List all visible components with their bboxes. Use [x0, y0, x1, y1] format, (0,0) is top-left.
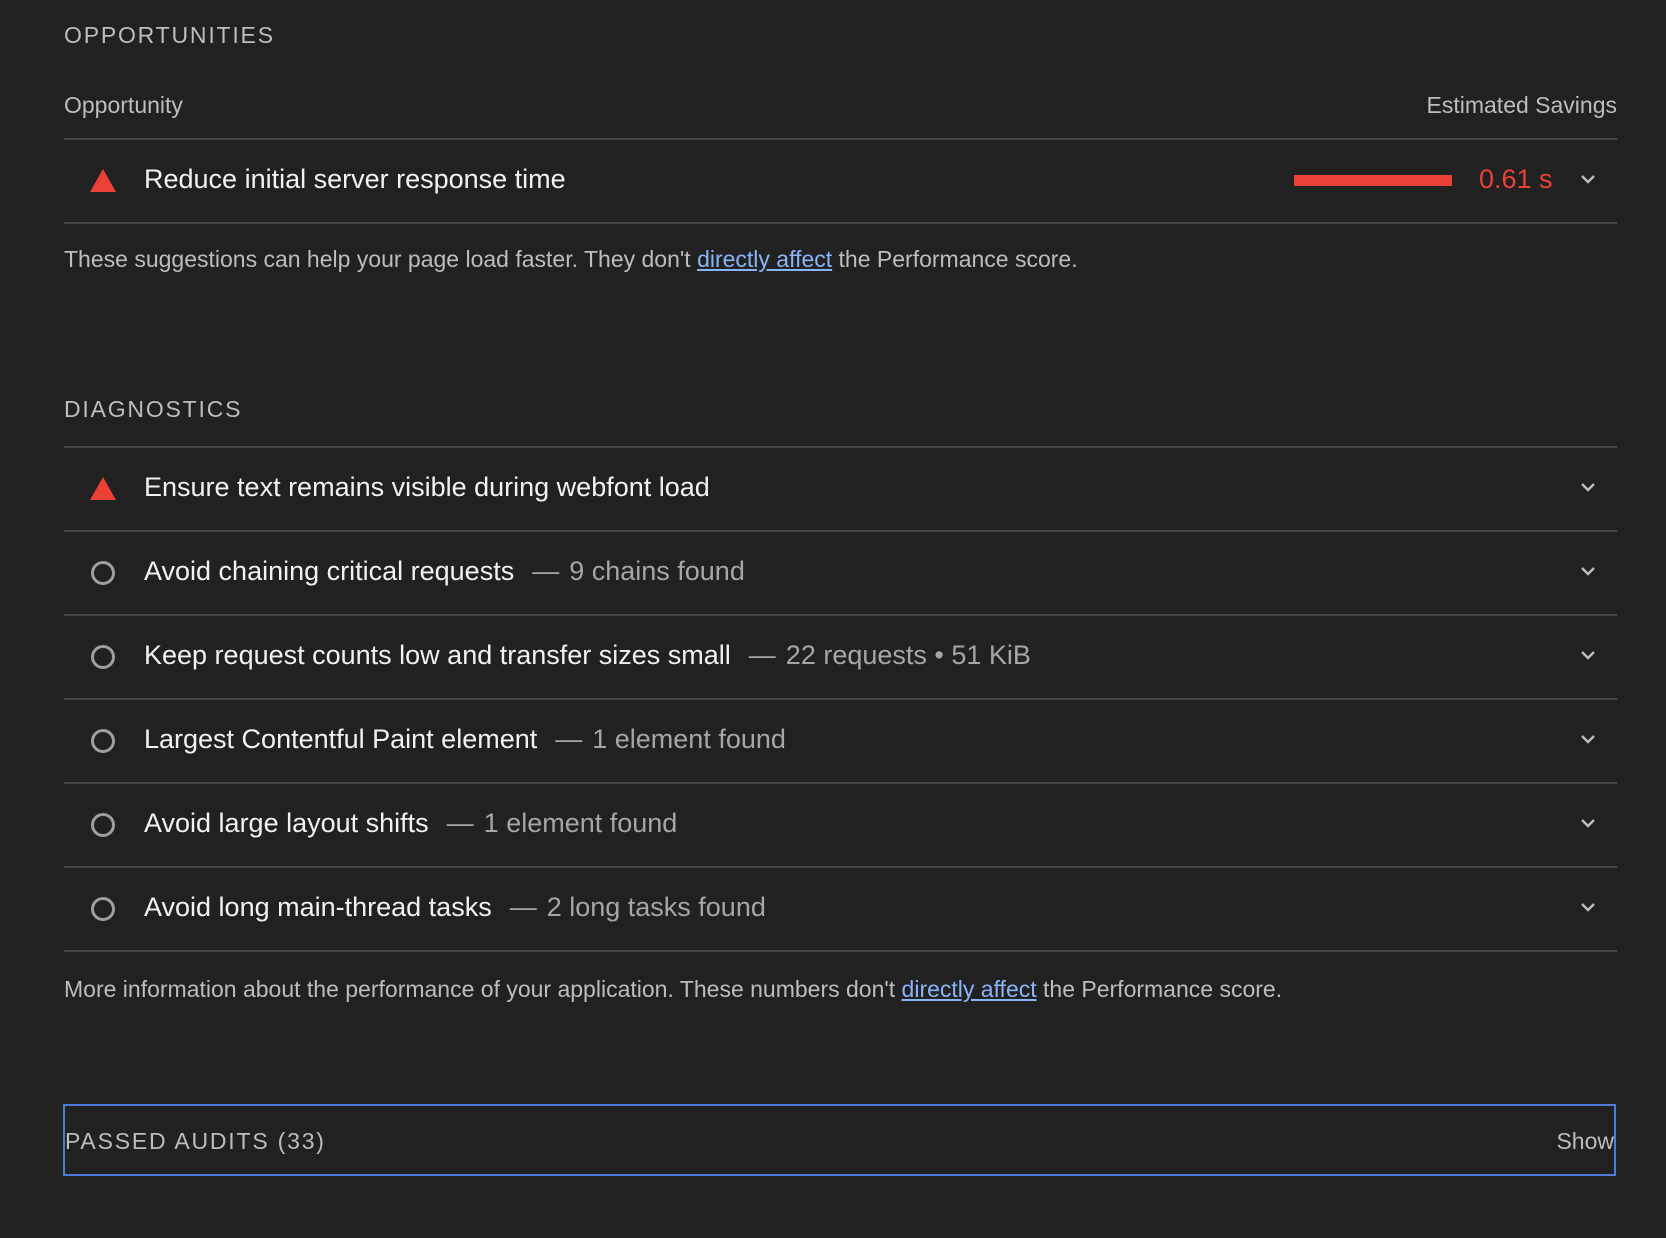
- savings-value: 0.61 s: [1479, 164, 1553, 194]
- warning-triangle-icon: [90, 169, 116, 193]
- diagnostic-row-critical-requests[interactable]: Avoid chaining critical requests — 9 chain…: [64, 532, 1617, 616]
- diagnostic-row-layout-shifts[interactable]: Avoid large layout shifts — 1 element foun…: [64, 784, 1617, 868]
- diagnostic-row-lcp-element[interactable]: Largest Contentful Paint element — 1 eleme…: [64, 700, 1617, 784]
- passed-audits-title: PASSED AUDITS (33): [65, 1128, 326, 1154]
- passed-audits-toggle[interactable]: PASSED AUDITS (33) Show: [63, 1104, 1616, 1176]
- diagnostic-label: Ensure text remains visible during webfo…: [144, 472, 710, 502]
- diagnostics-description: More information about the performance o…: [64, 976, 1282, 1003]
- opportunities-title: OPPORTUNITIES: [64, 22, 275, 48]
- chevron-down-icon[interactable]: [1579, 478, 1597, 496]
- estimated-savings-column-label: Estimated Savings: [1426, 92, 1617, 118]
- diagnostic-label: Keep request counts low and transfer siz…: [144, 640, 1031, 671]
- diagnostic-row-webfont[interactable]: Ensure text remains visible during webfo…: [64, 448, 1617, 532]
- chevron-down-icon[interactable]: [1579, 646, 1597, 664]
- show-button[interactable]: Show: [1556, 1128, 1614, 1155]
- diagnostic-meta: 9 chains found: [569, 556, 745, 586]
- diagnostic-label: Avoid large layout shifts — 1 element foun…: [144, 808, 677, 839]
- diagnostic-label: Avoid chaining critical requests — 9 chain…: [144, 556, 745, 587]
- savings-bar: [1294, 175, 1452, 186]
- chevron-down-icon[interactable]: [1579, 730, 1597, 748]
- opportunity-column-label: Opportunity: [64, 92, 183, 118]
- info-circle-icon: [91, 561, 115, 585]
- diagnostic-meta: 1 element found: [592, 724, 786, 754]
- separator: —: [446, 808, 474, 838]
- chevron-down-icon[interactable]: [1579, 898, 1597, 916]
- diagnostic-title: Keep request counts low and transfer siz…: [144, 640, 731, 670]
- diagnostic-meta: 1 element found: [483, 808, 678, 838]
- opportunity-label: Reduce initial server response time: [144, 164, 566, 194]
- separator: —: [555, 724, 583, 754]
- info-circle-icon: [91, 645, 115, 669]
- diagnostic-meta: 22 requests • 51 KiB: [785, 640, 1031, 670]
- opportunities-desc-text: These suggestions can help your page loa…: [64, 246, 698, 272]
- diagnostics-desc-text: More information about the performance o…: [64, 976, 902, 1002]
- diagnostic-title: Largest Contentful Paint element: [144, 724, 538, 754]
- diagnostic-meta: 2 long tasks found: [546, 892, 766, 922]
- opportunity-row-server-response[interactable]: Reduce initial server response time 0.61…: [64, 140, 1617, 224]
- info-circle-icon: [91, 813, 115, 837]
- diagnostic-title: Avoid chaining critical requests: [144, 556, 515, 586]
- diagnostics-desc-text-end: the Performance score.: [1036, 976, 1283, 1002]
- diagnostic-row-long-tasks[interactable]: Avoid long main-thread tasks — 2 long task…: [64, 868, 1617, 952]
- chevron-down-icon[interactable]: [1579, 170, 1597, 188]
- info-circle-icon: [91, 897, 115, 921]
- warning-triangle-icon: [90, 477, 116, 501]
- chevron-down-icon[interactable]: [1579, 562, 1597, 580]
- opportunities-column-header: Opportunity Estimated Savings: [64, 86, 1617, 140]
- separator: —: [532, 556, 560, 586]
- diagnostic-label: Avoid long main-thread tasks — 2 long task…: [144, 892, 766, 923]
- directly-affect-link[interactable]: directly affect: [697, 246, 832, 272]
- chevron-down-icon[interactable]: [1579, 814, 1597, 832]
- diagnostic-label: Largest Contentful Paint element — 1 eleme…: [144, 724, 786, 755]
- opportunities-desc-text-end: the Performance score.: [832, 246, 1078, 272]
- diagnostic-title: Avoid large layout shifts: [144, 808, 429, 838]
- directly-affect-link[interactable]: directly affect: [902, 976, 1037, 1002]
- info-circle-icon: [91, 729, 115, 753]
- opportunities-description: These suggestions can help your page loa…: [64, 246, 1078, 273]
- diagnostic-title: Avoid long main-thread tasks: [144, 892, 492, 922]
- diagnostics-title: DIAGNOSTICS: [64, 396, 243, 422]
- diagnostic-row-request-counts[interactable]: Keep request counts low and transfer siz…: [64, 616, 1617, 700]
- separator: —: [748, 640, 776, 670]
- separator: —: [509, 892, 537, 922]
